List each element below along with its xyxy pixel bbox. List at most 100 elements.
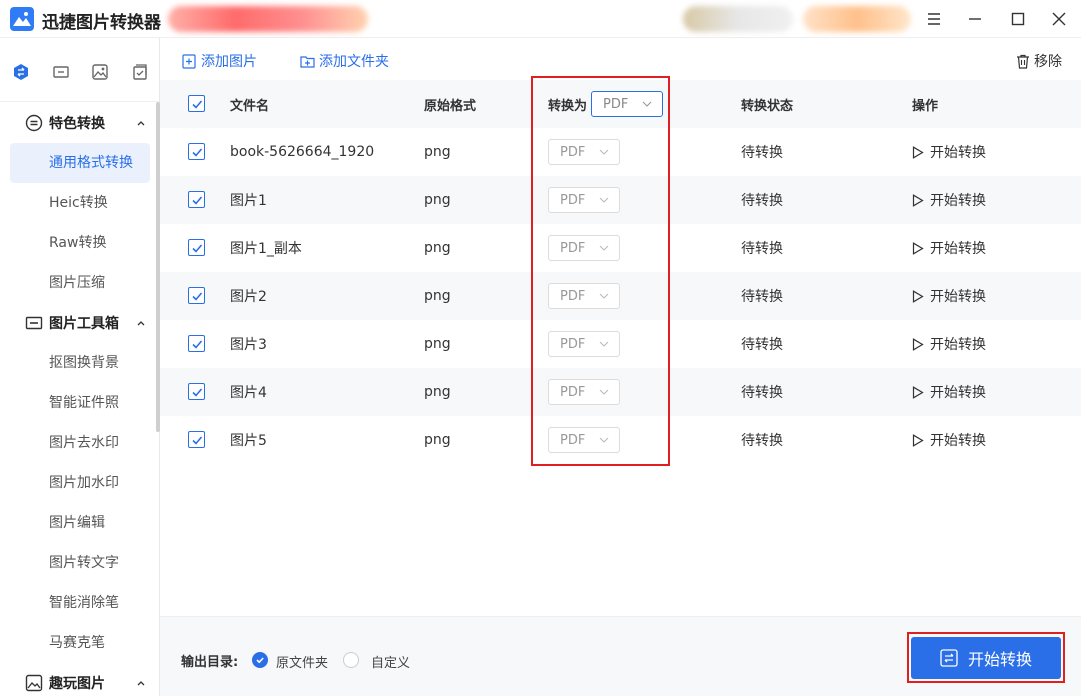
sidebar-item-heic[interactable]: Heic转换 (10, 183, 150, 223)
table-row[interactable]: 图片4 png PDF 待转换 开始转换 (160, 368, 1081, 416)
chevron-down-icon (599, 149, 609, 155)
row-checkbox[interactable] (188, 143, 205, 160)
toolbar: 添加图片 添加文件夹 移除 (160, 38, 1081, 80)
cell-status: 待转换 (741, 337, 783, 353)
row-format-select[interactable]: PDF (548, 283, 620, 309)
cell-status: 待转换 (741, 145, 783, 161)
cell-convert-to: PDF (548, 416, 620, 464)
cell-original-format: png (424, 336, 451, 352)
add-folder-button[interactable]: 添加文件夹 (300, 51, 389, 71)
row-checkbox[interactable] (188, 287, 205, 304)
sidebar-item-ocr[interactable]: 图片转文字 (10, 543, 150, 583)
row-action-label: 开始转换 (930, 145, 986, 161)
row-format-select[interactable]: PDF (548, 331, 620, 357)
sidebar-item-cutout[interactable]: 抠图换背景 (10, 343, 150, 383)
app-window: 迅捷图片转换器 特色转换 通用格式转换 Heic转换 Raw转换 图片压缩 图片… (0, 0, 1081, 696)
cell-convert-to: PDF (548, 176, 620, 224)
section-toolbox[interactable]: 图片工具箱 (0, 303, 156, 343)
maximize-icon[interactable] (1005, 6, 1031, 32)
row-checkbox[interactable] (188, 191, 205, 208)
header-format: 原始格式 (424, 98, 477, 114)
row-action-label: 开始转换 (930, 193, 986, 209)
output-dir-label: 输出目录: (181, 655, 239, 670)
sidebar-item-eraser[interactable]: 智能消除笔 (10, 583, 150, 623)
row-action-label: 开始转换 (930, 337, 986, 353)
row-start-convert-button[interactable]: 开始转换 (912, 320, 986, 368)
cell-status: 待转换 (741, 241, 783, 257)
sidebar-item-edit[interactable]: 图片编辑 (10, 503, 150, 543)
table-row[interactable]: 图片5 png PDF 待转换 开始转换 (160, 416, 1081, 464)
radio-custom-folder-label[interactable]: 自定义 (371, 652, 410, 671)
minimize-icon[interactable] (962, 6, 988, 32)
section-fun-images[interactable]: 趣玩图片 (0, 663, 156, 696)
vip-button-blurred[interactable] (803, 6, 911, 32)
batch-format-select[interactable]: PDF (591, 91, 664, 117)
chevron-down-icon (599, 245, 609, 251)
cell-status: 待转换 (741, 289, 783, 305)
close-icon[interactable] (1046, 6, 1072, 32)
section-special-convert[interactable]: 特色转换 (0, 103, 156, 143)
row-start-convert-button[interactable]: 开始转换 (912, 224, 986, 272)
fun-image-section-icon (25, 674, 43, 692)
table-row[interactable]: 图片1 png PDF 待转换 开始转换 (160, 176, 1081, 224)
play-icon (912, 385, 924, 399)
start-convert-label: 开始转换 (967, 650, 1032, 669)
row-format-select[interactable]: PDF (548, 379, 620, 405)
cell-file-name: 图片2 (230, 289, 267, 305)
menu-icon[interactable] (921, 6, 947, 32)
table-row[interactable]: 图片2 png PDF 待转换 开始转换 (160, 272, 1081, 320)
row-action-label: 开始转换 (930, 433, 986, 449)
convert-category-icon[interactable] (11, 62, 31, 82)
header-action: 操作 (912, 98, 939, 114)
row-format-select[interactable]: PDF (548, 427, 620, 453)
sidebar-item-raw[interactable]: Raw转换 (10, 223, 150, 263)
cell-file-name: 图片3 (230, 337, 267, 353)
batch-format-value: PDF (603, 96, 629, 112)
header-status: 转换状态 (741, 98, 794, 114)
cell-file-name: book-5626664_1920 (230, 144, 375, 160)
row-start-convert-button[interactable]: 开始转换 (912, 368, 986, 416)
table-row[interactable]: 图片1_副本 png PDF 待转换 开始转换 (160, 224, 1081, 272)
radio-custom-folder[interactable] (343, 652, 359, 668)
sidebar-item-remove-watermark[interactable]: 图片去水印 (10, 423, 150, 463)
row-start-convert-button[interactable]: 开始转换 (912, 272, 986, 320)
radio-original-folder[interactable] (252, 652, 268, 668)
row-format-select[interactable]: PDF (548, 235, 620, 261)
sidebar: 特色转换 通用格式转换 Heic转换 Raw转换 图片压缩 图片工具箱 抠图换背… (0, 38, 160, 696)
row-checkbox[interactable] (188, 335, 205, 352)
radio-original-folder-label[interactable]: 原文件夹 (276, 652, 328, 671)
row-start-convert-button[interactable]: 开始转换 (912, 416, 986, 464)
sidebar-item-add-watermark[interactable]: 图片加水印 (10, 463, 150, 503)
sidebar-item-compress[interactable]: 图片压缩 (10, 263, 150, 303)
cell-convert-to: PDF (548, 368, 620, 416)
sidebar-item-id-photo[interactable]: 智能证件照 (10, 383, 150, 423)
row-format-select[interactable]: PDF (548, 187, 620, 213)
user-account-blurred[interactable] (683, 6, 793, 32)
row-checkbox[interactable] (188, 383, 205, 400)
row-start-convert-button[interactable]: 开始转换 (912, 128, 986, 176)
add-image-label: 添加图片 (201, 54, 257, 70)
row-checkbox[interactable] (188, 431, 205, 448)
fun-image-category-icon[interactable] (90, 62, 110, 82)
sidebar-item-general-convert[interactable]: 通用格式转换 (10, 143, 150, 183)
cell-original-format: png (424, 240, 451, 256)
chevron-down-icon (642, 101, 652, 107)
row-format-select[interactable]: PDF (548, 139, 620, 165)
promo-banner-blurred[interactable] (168, 6, 368, 32)
row-checkbox[interactable] (188, 239, 205, 256)
start-convert-button[interactable]: 开始转换 (911, 637, 1061, 679)
table-row[interactable]: 图片3 png PDF 待转换 开始转换 (160, 320, 1081, 368)
title-bar: 迅捷图片转换器 (0, 0, 1081, 38)
remove-button[interactable]: 移除 (1016, 51, 1062, 71)
row-start-convert-button[interactable]: 开始转换 (912, 176, 986, 224)
add-image-button[interactable]: 添加图片 (182, 51, 257, 71)
sidebar-item-mosaic[interactable]: 马赛克笔 (10, 623, 150, 663)
select-all-checkbox[interactable] (188, 95, 205, 112)
cell-status: 待转换 (741, 193, 783, 209)
table-row[interactable]: book-5626664_1920 png PDF 待转换 开始转换 (160, 128, 1081, 176)
section-label: 特色转换 (49, 116, 105, 132)
toolbox-category-icon[interactable] (51, 62, 71, 82)
tasks-category-icon[interactable] (130, 62, 150, 82)
play-icon (912, 289, 924, 303)
cell-original-format: png (424, 432, 451, 448)
